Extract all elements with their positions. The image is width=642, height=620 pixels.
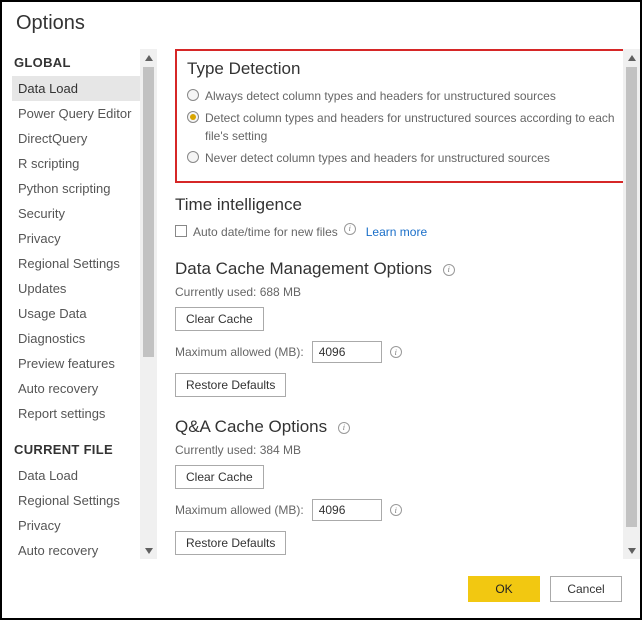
sidebar-item-auto-recovery[interactable]: Auto recovery	[12, 376, 140, 401]
sidebar-item-cf-privacy[interactable]: Privacy	[12, 513, 140, 538]
sidebar-item-cf-auto-recovery[interactable]: Auto recovery	[12, 538, 140, 559]
time-intelligence-section: Time intelligence Auto date/time for new…	[175, 195, 630, 243]
type-detection-highlight: Type Detection Always detect column type…	[175, 49, 630, 183]
sidebar-item-directquery[interactable]: DirectQuery	[12, 126, 140, 151]
sidebar-item-cf-regional-settings[interactable]: Regional Settings	[12, 488, 140, 513]
qa-max-allowed-input[interactable]	[312, 499, 382, 521]
sidebar-item-updates[interactable]: Updates	[12, 276, 140, 301]
max-allowed-input[interactable]	[312, 341, 382, 363]
data-cache-currently-used: Currently used: 688 MB	[175, 285, 630, 299]
scroll-up-icon[interactable]	[623, 49, 640, 66]
radio-label: Never detect column types and headers fo…	[205, 149, 550, 167]
main-scrollbar[interactable]	[623, 49, 640, 559]
checkbox-label: Auto date/time for new files	[193, 223, 338, 241]
restore-defaults-button[interactable]: Restore Defaults	[175, 373, 286, 397]
sidebar-item-r-scripting[interactable]: R scripting	[12, 151, 140, 176]
info-icon[interactable]: i	[443, 264, 455, 276]
type-detection-option-always[interactable]: Always detect column types and headers f…	[187, 85, 618, 107]
main-panel: Type Detection Always detect column type…	[157, 49, 640, 559]
data-cache-heading: Data Cache Management Options i	[175, 259, 630, 279]
qa-cache-currently-used: Currently used: 384 MB	[175, 443, 630, 457]
qa-cache-heading-text: Q&A Cache Options	[175, 417, 327, 436]
scrollbar-thumb[interactable]	[626, 67, 637, 527]
content-wrap: GLOBAL Data Load Power Query Editor Dire…	[2, 49, 640, 559]
sidebar-item-data-load[interactable]: Data Load	[12, 76, 140, 101]
qa-cache-heading: Q&A Cache Options i	[175, 417, 630, 437]
dialog-title: Options	[2, 2, 640, 49]
scroll-up-icon[interactable]	[140, 49, 157, 66]
checkbox-icon[interactable]	[175, 225, 187, 237]
dialog-footer: OK Cancel	[468, 572, 622, 606]
sidebar-item-python-scripting[interactable]: Python scripting	[12, 176, 140, 201]
scroll-down-icon[interactable]	[623, 542, 640, 559]
type-detection-option-per-file[interactable]: Detect column types and headers for unst…	[187, 107, 618, 147]
info-icon[interactable]: i	[390, 346, 402, 358]
sidebar-item-report-settings[interactable]: Report settings	[12, 401, 140, 426]
data-cache-section: Data Cache Management Options i Currentl…	[175, 259, 630, 401]
radio-label: Always detect column types and headers f…	[205, 87, 556, 105]
type-detection-heading: Type Detection	[187, 59, 618, 79]
data-cache-heading-text: Data Cache Management Options	[175, 259, 432, 278]
info-icon[interactable]: i	[344, 223, 356, 235]
qa-restore-defaults-button[interactable]: Restore Defaults	[175, 531, 286, 555]
sidebar-scrollbar[interactable]	[140, 49, 157, 559]
sidebar-item-privacy[interactable]: Privacy	[12, 226, 140, 251]
sidebar-item-security[interactable]: Security	[12, 201, 140, 226]
sidebar-item-diagnostics[interactable]: Diagnostics	[12, 326, 140, 351]
info-icon[interactable]: i	[338, 422, 350, 434]
radio-icon[interactable]	[187, 151, 199, 163]
time-intelligence-heading: Time intelligence	[175, 195, 630, 215]
radio-icon[interactable]	[187, 111, 199, 123]
qa-max-allowed-label: Maximum allowed (MB):	[175, 503, 304, 517]
sidebar-header-global: GLOBAL	[12, 49, 140, 76]
sidebar: GLOBAL Data Load Power Query Editor Dire…	[2, 49, 140, 559]
sidebar-item-usage-data[interactable]: Usage Data	[12, 301, 140, 326]
max-allowed-label: Maximum allowed (MB):	[175, 345, 304, 359]
sidebar-item-cf-data-load[interactable]: Data Load	[12, 463, 140, 488]
scroll-down-icon[interactable]	[140, 542, 157, 559]
qa-cache-section: Q&A Cache Options i Currently used: 384 …	[175, 417, 630, 559]
info-icon[interactable]: i	[390, 504, 402, 516]
sidebar-item-power-query-editor[interactable]: Power Query Editor	[12, 101, 140, 126]
sidebar-item-regional-settings[interactable]: Regional Settings	[12, 251, 140, 276]
scrollbar-thumb[interactable]	[143, 67, 154, 357]
type-detection-option-never[interactable]: Never detect column types and headers fo…	[187, 147, 618, 169]
auto-date-time-checkbox-row[interactable]: Auto date/time for new files i Learn mor…	[175, 221, 630, 243]
learn-more-link[interactable]: Learn more	[366, 223, 427, 241]
sidebar-item-preview-features[interactable]: Preview features	[12, 351, 140, 376]
qa-clear-cache-button[interactable]: Clear Cache	[175, 465, 264, 489]
ok-button[interactable]: OK	[468, 576, 540, 602]
cancel-button[interactable]: Cancel	[550, 576, 622, 602]
radio-label: Detect column types and headers for unst…	[205, 109, 618, 145]
clear-cache-button[interactable]: Clear Cache	[175, 307, 264, 331]
radio-icon[interactable]	[187, 89, 199, 101]
sidebar-header-current-file: CURRENT FILE	[12, 436, 140, 463]
